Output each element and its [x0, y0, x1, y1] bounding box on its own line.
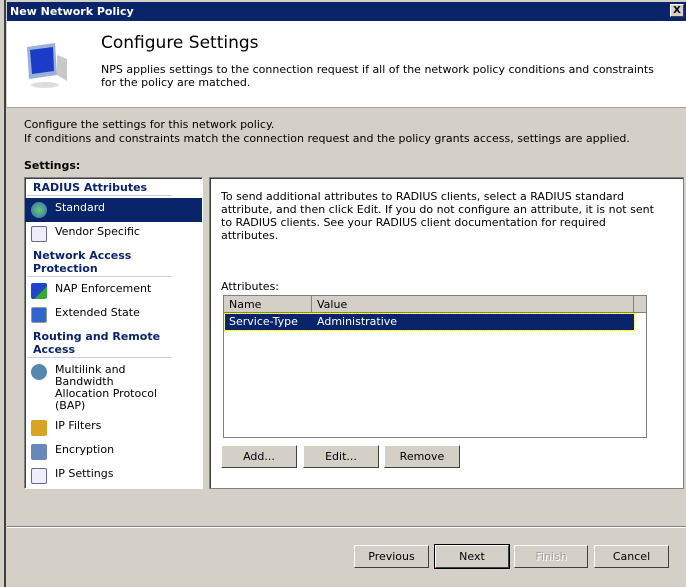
cell-name: Service-Type	[229, 315, 298, 328]
page-title: Configure Settings	[101, 33, 259, 53]
background-window-edge	[0, 0, 6, 587]
intro-line-1: Configure the settings for this network …	[24, 118, 275, 131]
group-routing-remote-access: Routing and Remote Access	[27, 327, 172, 358]
nav-item-encryption[interactable]: Encryption	[25, 440, 202, 464]
add-button[interactable]: Add...	[221, 445, 297, 468]
wizard-header: Configure Settings NPS applies settings …	[7, 21, 686, 108]
nav-item-vendor-specific[interactable]: Vendor Specific	[25, 222, 202, 246]
intro-text: Configure the settings for this network …	[24, 118, 630, 146]
settings-panel: To send additional attributes to RADIUS …	[209, 177, 684, 489]
nav-item-ip-settings[interactable]: IP Settings	[25, 464, 202, 488]
nav-item-nap-enforcement[interactable]: NAP Enforcement	[25, 279, 202, 303]
cancel-button[interactable]: Cancel	[594, 545, 669, 568]
settings-label: Settings:	[24, 159, 81, 172]
attributes-label: Attributes:	[221, 280, 280, 293]
page-description: NPS applies settings to the connection r…	[101, 63, 654, 89]
nav-item-extended-state[interactable]: Extended State	[25, 303, 202, 327]
column-header-name[interactable]: Name	[224, 296, 312, 312]
pie-chart-icon	[31, 364, 47, 380]
nav-item-multilink-bap[interactable]: Multilink and Bandwidth Allocation Proto…	[25, 360, 202, 416]
padlock-icon	[31, 420, 47, 436]
new-network-policy-dialog: New Network Policy X Configure Settings …	[7, 2, 686, 587]
nav-item-label: Standard	[55, 201, 106, 214]
group-network-access-protection: Network Access Protection	[27, 246, 172, 277]
panel-description: To send additional attributes to RADIUS …	[221, 190, 654, 242]
nav-item-label: Encryption	[55, 443, 115, 456]
next-button[interactable]: Next	[434, 544, 510, 569]
nav-item-label: IP Filters	[55, 419, 102, 432]
window-title: New Network Policy	[10, 5, 134, 18]
close-button[interactable]: X	[670, 4, 684, 17]
table-row[interactable]: Service-Type Administrative	[224, 313, 635, 331]
nav-item-ip-filters[interactable]: IP Filters	[25, 416, 202, 440]
nav-item-label: Multilink and Bandwidth Allocation Proto…	[55, 363, 158, 412]
nap-shield-icon	[31, 283, 47, 299]
checklist-icon	[31, 468, 47, 484]
cell-value: Administrative	[317, 315, 398, 328]
attributes-table[interactable]: Name Value Service-Type Administrative	[223, 295, 647, 438]
edit-button[interactable]: Edit...	[303, 445, 379, 468]
nav-item-label: Vendor Specific	[55, 225, 140, 238]
previous-button[interactable]: Previous	[354, 545, 429, 568]
network-computers-icon	[31, 444, 47, 460]
table-header: Name Value	[224, 296, 646, 313]
checklist-icon	[31, 226, 47, 242]
finish-button[interactable]: Finish	[514, 545, 588, 568]
nav-item-standard[interactable]: Standard	[25, 198, 202, 222]
title-bar: New Network Policy X	[7, 2, 686, 21]
group-radius-attributes: RADIUS Attributes	[27, 178, 172, 196]
remove-button[interactable]: Remove	[384, 445, 460, 468]
nav-item-label: Extended State	[55, 306, 140, 319]
nav-item-label: IP Settings	[55, 467, 114, 480]
column-header-value[interactable]: Value	[312, 296, 634, 312]
nav-item-label: NAP Enforcement	[55, 282, 152, 295]
computer-monitor-icon	[27, 43, 67, 88]
settings-nav: RADIUS Attributes Standard Vendor Specif…	[24, 177, 203, 489]
intro-line-2: If conditions and constraints match the …	[24, 132, 630, 145]
monitor-check-icon	[31, 307, 47, 323]
globe-key-icon	[31, 202, 47, 218]
footer-divider	[7, 526, 686, 528]
